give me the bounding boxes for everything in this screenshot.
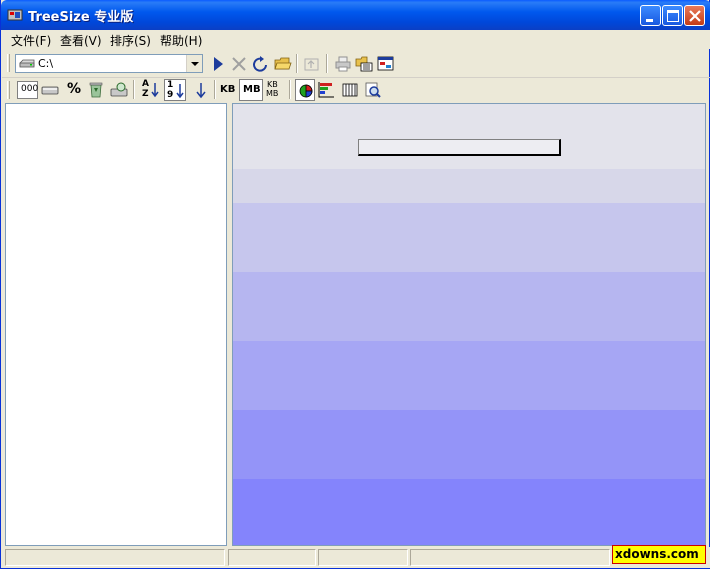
menu-file[interactable]: 文件(F): [11, 32, 51, 49]
sort-19-top-label: 1: [167, 80, 174, 90]
unit-auto-top-label: KB: [267, 80, 278, 89]
options-icon[interactable]: [377, 55, 395, 73]
drive-select-dropdown-button[interactable]: [186, 55, 202, 72]
play-icon[interactable]: [209, 55, 227, 73]
close-icon: [689, 10, 701, 22]
sort-size-button[interactable]: 1 9: [164, 79, 186, 101]
chart-band: [233, 341, 705, 410]
toolbar-grip[interactable]: [7, 81, 10, 99]
unit-kb-button[interactable]: KB: [220, 84, 235, 95]
menu-bar: 文件(F) 查看(V) 排序(S) 帮助(H): [2, 30, 710, 49]
close-button[interactable]: [684, 5, 705, 26]
status-cell-size: [228, 549, 316, 566]
title-bar[interactable]: TreeSize 专业版: [1, 0, 710, 30]
bar-chart-icon[interactable]: [318, 81, 336, 99]
toolbar-separator: [133, 80, 135, 99]
chart-band: [233, 203, 705, 272]
maximize-icon: [667, 10, 679, 22]
file-count-label: 000: [21, 84, 39, 94]
search-icon[interactable]: [364, 81, 382, 99]
stop-icon[interactable]: [230, 55, 248, 73]
treesize-app-icon: [7, 9, 23, 21]
sort-descending-icon[interactable]: [192, 81, 210, 99]
menu-help[interactable]: 帮助(H): [160, 32, 202, 49]
arrow-down-icon: [151, 83, 159, 98]
details-grid-icon[interactable]: [341, 81, 359, 99]
drive-select[interactable]: C:\: [15, 54, 203, 73]
unit-auto-button[interactable]: KB MB: [265, 79, 285, 101]
minimize-icon: [646, 19, 653, 22]
print-icon[interactable]: [334, 55, 352, 73]
chevron-down-icon: [191, 62, 199, 66]
toolbar-separator: [214, 80, 216, 99]
refresh-icon[interactable]: [252, 55, 270, 73]
status-bar: [2, 547, 710, 568]
sort-19-bottom-label: 9: [167, 90, 174, 100]
status-cell-path: [5, 549, 225, 566]
chart-band: [233, 272, 705, 341]
scan-progress-box: [358, 139, 561, 156]
toolbar-separator: [289, 80, 291, 99]
toolbar-separator: [296, 54, 298, 73]
pie-chart-button[interactable]: [295, 79, 315, 101]
chart-band: [233, 104, 705, 169]
toolbar-separator: [326, 54, 328, 73]
pie-chart-icon: [299, 84, 313, 98]
chart-band: [233, 410, 705, 479]
status-cell-files: [318, 549, 408, 566]
recycle-bin-icon[interactable]: [87, 81, 105, 99]
chart-panel[interactable]: [232, 103, 706, 546]
minimize-button[interactable]: [640, 5, 661, 26]
chart-band: [233, 479, 705, 545]
chart-band: [233, 169, 705, 203]
up-folder-icon[interactable]: [303, 55, 321, 73]
menu-view[interactable]: 查看(V): [60, 32, 102, 49]
sort-az-bottom-label: Z: [142, 89, 149, 99]
export-icon[interactable]: [355, 55, 373, 73]
unit-auto-bottom-label: MB: [266, 89, 279, 98]
sort-az-top-label: A: [142, 79, 149, 89]
app-window: TreeSize 专业版 文件(F) 查看(V) 排序(S) 帮助(H) C:\: [0, 0, 710, 569]
status-cell-info: [410, 549, 610, 566]
open-folder-icon[interactable]: [274, 55, 292, 73]
file-count-button[interactable]: 000: [17, 81, 38, 99]
maximize-button[interactable]: [662, 5, 683, 26]
menu-sort[interactable]: 排序(S): [110, 32, 151, 49]
watermark-label: xdowns.com: [612, 545, 706, 564]
percent-button[interactable]: %: [67, 81, 81, 97]
folder-tree-panel[interactable]: [5, 103, 227, 546]
window-title: TreeSize 专业版: [28, 10, 134, 25]
toolbar-grip[interactable]: [7, 54, 10, 72]
drive-select-value: C:\: [38, 57, 54, 70]
arrow-down-icon: [176, 84, 184, 99]
size-disk-icon[interactable]: [41, 81, 59, 99]
hard-drive-icon: [19, 59, 35, 68]
unit-mb-label: MB: [243, 84, 261, 95]
sort-alpha-button[interactable]: A Z: [141, 79, 161, 101]
drive-search-icon[interactable]: [110, 81, 128, 99]
unit-mb-button[interactable]: MB: [239, 79, 263, 101]
